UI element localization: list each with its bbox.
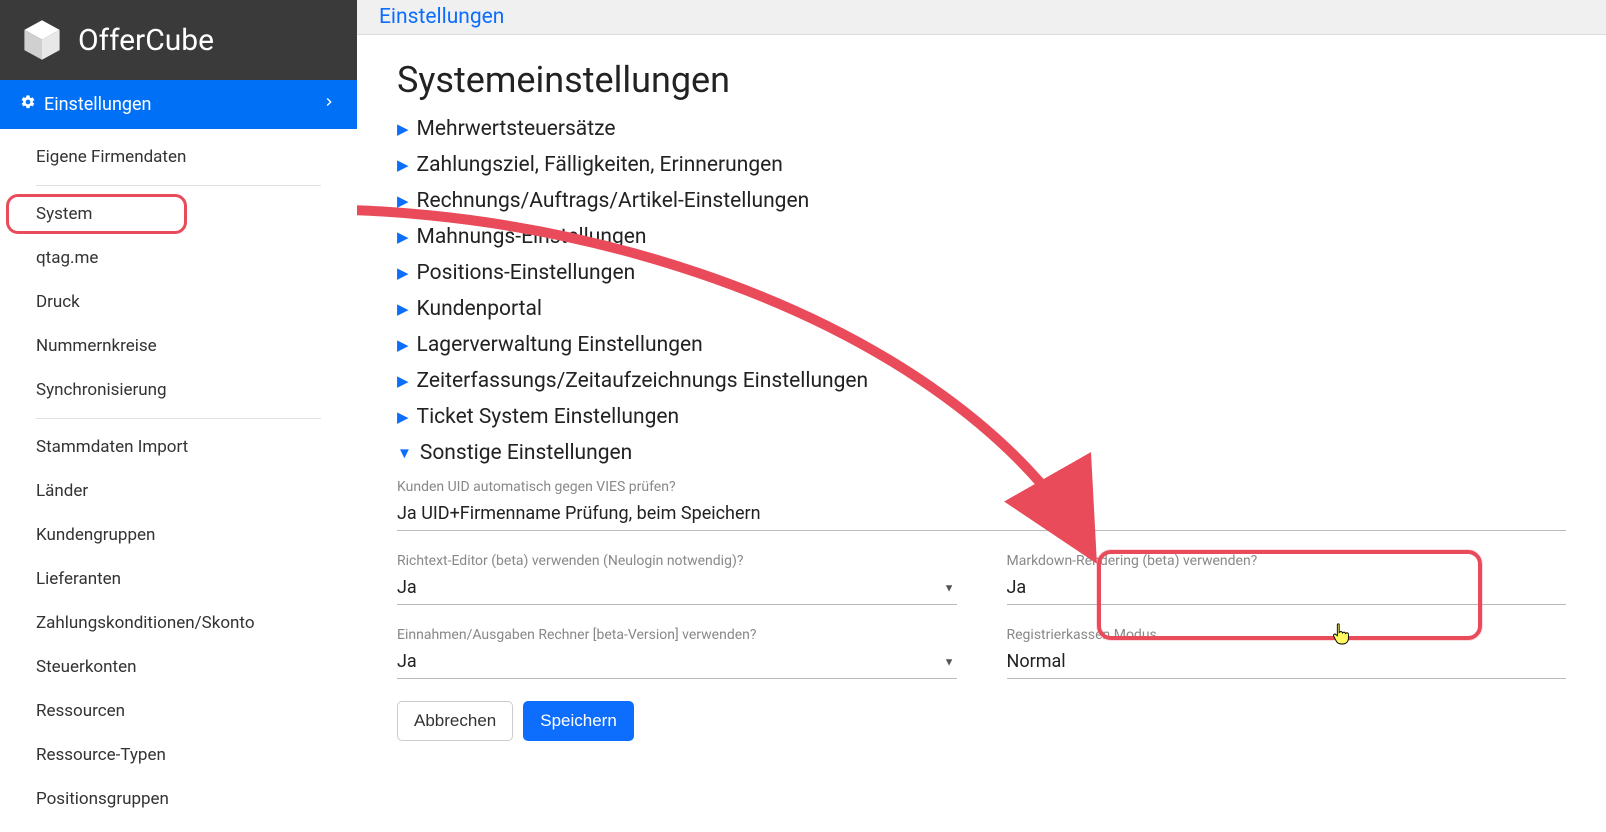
cancel-button[interactable]: Abbrechen bbox=[397, 701, 513, 741]
chevron-right-icon bbox=[321, 94, 337, 115]
form-buttons: Abbrechen Speichern bbox=[397, 701, 1566, 741]
field-markdown: Markdown-Rendering (beta) verwenden? Ja bbox=[1007, 553, 1567, 605]
sidebar-item-lieferanten[interactable]: Lieferanten bbox=[0, 557, 357, 601]
section-kundenportal[interactable]: ▶Kundenportal bbox=[397, 291, 1566, 327]
section-mehrwertsteuersaetze[interactable]: ▶Mehrwertsteuersätze bbox=[397, 111, 1566, 147]
sidebar: OfferCube Einstellungen Eigene Firmendat… bbox=[0, 0, 357, 832]
section-zeiterfassung[interactable]: ▶Zeiterfassungs/Zeitaufzeichnungs Einste… bbox=[397, 363, 1566, 399]
label-richtext: Richtext-Editor (beta) verwenden (Neulog… bbox=[397, 553, 957, 569]
page-title: Systemeinstellungen bbox=[397, 59, 1566, 101]
select-vies[interactable]: Ja UID+Firmenname Prüfung, beim Speicher… bbox=[397, 497, 1566, 531]
sidebar-item-nummernkreise[interactable]: Nummernkreise bbox=[0, 324, 357, 368]
sidebar-item-system[interactable]: System bbox=[0, 192, 357, 236]
brand-cube-icon bbox=[20, 18, 64, 62]
caret-right-icon: ▶ bbox=[397, 228, 409, 246]
sidebar-item-ressourcen[interactable]: Ressourcen bbox=[0, 689, 357, 733]
field-einaus: Einnahmen/Ausgaben Rechner [beta-Version… bbox=[397, 627, 957, 679]
caret-down-icon: ▼ bbox=[944, 582, 955, 595]
caret-right-icon: ▶ bbox=[397, 408, 409, 426]
sidebar-item-synchronisierung[interactable]: Synchronisierung bbox=[0, 368, 357, 412]
nav-main-label: Einstellungen bbox=[44, 94, 151, 115]
nav-list: Eigene Firmendaten System qtag.me Druck … bbox=[0, 129, 357, 832]
caret-right-icon: ▶ bbox=[397, 192, 409, 210]
brand-header: OfferCube bbox=[0, 0, 357, 80]
sidebar-item-kundengruppen[interactable]: Kundengruppen bbox=[0, 513, 357, 557]
caret-right-icon: ▶ bbox=[397, 336, 409, 354]
caret-right-icon: ▶ bbox=[397, 120, 409, 138]
section-rechnungs-artikel[interactable]: ▶Rechnungs/Auftrags/Artikel-Einstellunge… bbox=[397, 183, 1566, 219]
sidebar-item-zeitaufzeichnungs-arten[interactable]: Zeitaufzeichnungs-Arten bbox=[0, 821, 357, 832]
field-richtext: Richtext-Editor (beta) verwenden (Neulog… bbox=[397, 553, 957, 605]
select-markdown[interactable]: Ja bbox=[1007, 571, 1567, 605]
caret-right-icon: ▶ bbox=[397, 300, 409, 318]
select-richtext[interactable]: Ja bbox=[397, 571, 957, 605]
sidebar-item-qtag-me[interactable]: qtag.me bbox=[0, 236, 357, 280]
sidebar-item-steuerkonten[interactable]: Steuerkonten bbox=[0, 645, 357, 689]
field-vies: Kunden UID automatisch gegen VIES prüfen… bbox=[397, 479, 1566, 531]
select-einaus[interactable]: Ja bbox=[397, 645, 957, 679]
section-lagerverwaltung[interactable]: ▶Lagerverwaltung Einstellungen bbox=[397, 327, 1566, 363]
sidebar-item-eigene-firmendaten[interactable]: Eigene Firmendaten bbox=[0, 135, 357, 179]
label-vies: Kunden UID automatisch gegen VIES prüfen… bbox=[397, 479, 1566, 495]
sidebar-item-zahlungskonditionen[interactable]: Zahlungskonditionen/Skonto bbox=[0, 601, 357, 645]
content-scroll-area: Systemeinstellungen ▶Mehrwertsteuersätze… bbox=[357, 35, 1606, 832]
sidebar-item-laender[interactable]: Länder bbox=[0, 469, 357, 513]
caret-right-icon: ▶ bbox=[397, 372, 409, 390]
caret-down-icon: ▼ bbox=[397, 444, 412, 462]
caret-right-icon: ▶ bbox=[397, 156, 409, 174]
sidebar-item-ressource-typen[interactable]: Ressource-Typen bbox=[0, 733, 357, 777]
section-sonstige-expanded[interactable]: ▼Sonstige Einstellungen bbox=[397, 435, 1566, 471]
section-positions[interactable]: ▶Positions-Einstellungen bbox=[397, 255, 1566, 291]
sonstige-form: Kunden UID automatisch gegen VIES prüfen… bbox=[397, 479, 1566, 741]
sidebar-item-druck[interactable]: Druck bbox=[0, 280, 357, 324]
breadcrumb-einstellungen[interactable]: Einstellungen bbox=[379, 5, 504, 29]
main-content: Einstellungen Systemeinstellungen ▶Mehrw… bbox=[357, 0, 1606, 832]
sidebar-item-positionsgruppen[interactable]: Positionsgruppen bbox=[0, 777, 357, 821]
select-regkasse[interactable]: Normal bbox=[1007, 645, 1567, 679]
topbar: Einstellungen bbox=[357, 0, 1606, 35]
sidebar-item-stammdaten-import[interactable]: Stammdaten Import bbox=[0, 425, 357, 469]
caret-down-icon: ▼ bbox=[944, 656, 955, 669]
caret-right-icon: ▶ bbox=[397, 264, 409, 282]
gear-icon bbox=[20, 94, 36, 115]
brand-name: OfferCube bbox=[78, 23, 214, 58]
save-button[interactable]: Speichern bbox=[523, 701, 634, 741]
label-einaus: Einnahmen/Ausgaben Rechner [beta-Version… bbox=[397, 627, 957, 643]
nav-main-settings[interactable]: Einstellungen bbox=[0, 80, 357, 129]
field-regkasse: Registrierkassen Modus Normal bbox=[1007, 627, 1567, 679]
label-markdown: Markdown-Rendering (beta) verwenden? bbox=[1007, 553, 1567, 569]
label-regkasse: Registrierkassen Modus bbox=[1007, 627, 1567, 643]
section-zahlungsziel[interactable]: ▶Zahlungsziel, Fälligkeiten, Erinnerunge… bbox=[397, 147, 1566, 183]
section-mahnungs[interactable]: ▶Mahnungs-Einstellungen bbox=[397, 219, 1566, 255]
section-ticket-system[interactable]: ▶Ticket System Einstellungen bbox=[397, 399, 1566, 435]
